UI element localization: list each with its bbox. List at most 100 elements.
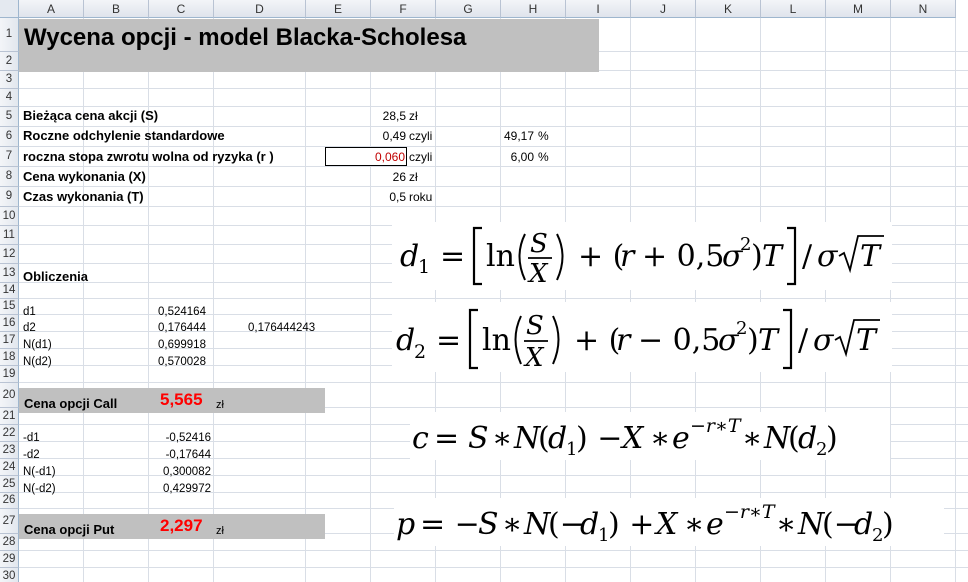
neg-value-nd1[interactable]: 0,300082: [148, 464, 211, 480]
input-extra-sigma[interactable]: 49,17: [472, 128, 534, 144]
row-header-17[interactable]: 17: [0, 332, 19, 349]
calc-extra-d2[interactable]: 0,176444243: [248, 320, 315, 336]
input-extra-r[interactable]: 6,00: [472, 149, 534, 165]
row-header-20[interactable]: 20: [0, 383, 19, 408]
input-unit-r[interactable]: czyli: [409, 149, 432, 165]
neg-value-d2[interactable]: -0,17644: [148, 447, 211, 463]
select-all-corner[interactable]: [0, 0, 19, 18]
column-header-c[interactable]: C: [149, 0, 214, 18]
row-header-1[interactable]: 1: [0, 18, 19, 52]
row-header-13[interactable]: 13: [0, 264, 19, 283]
input-value-sigma[interactable]: 0,49: [326, 128, 406, 144]
row-header-3[interactable]: 3: [0, 71, 19, 89]
row-header-26[interactable]: 26: [0, 493, 19, 509]
column-header-d[interactable]: D: [214, 0, 306, 18]
calc-heading[interactable]: Obliczenia: [23, 269, 88, 285]
formula-put[interactable]: p = − S ∗ N (− d 1 ) + X ∗ e −r∗T ∗ N (−…: [394, 498, 944, 546]
column-header-i[interactable]: I: [566, 0, 631, 18]
svg-text:∗: ∗: [742, 421, 762, 456]
row-header-9[interactable]: 9: [0, 187, 19, 207]
input-label-r[interactable]: roczna stopa zwrotu wolna od ryzyka (r ): [23, 149, 274, 165]
calc-value-d1[interactable]: 0,524164: [158, 304, 206, 320]
row-header-23[interactable]: 23: [0, 442, 19, 459]
row-header-18[interactable]: 18: [0, 349, 19, 366]
call-unit[interactable]: zł: [216, 397, 224, 413]
column-header-l[interactable]: L: [761, 0, 826, 18]
column-header-e[interactable]: E: [306, 0, 371, 18]
input-extra-unit-r[interactable]: %: [538, 149, 549, 165]
row-header-12[interactable]: 12: [0, 245, 19, 264]
row-header-8[interactable]: 8: [0, 167, 19, 187]
column-header-j[interactable]: J: [631, 0, 696, 18]
input-label-s[interactable]: Bieżąca cena akcji (S): [23, 108, 158, 124]
column-header-n[interactable]: N: [891, 0, 956, 18]
svg-text:): ): [747, 323, 759, 358]
neg-label-nd2[interactable]: N(-d2): [23, 481, 56, 497]
row-header-14[interactable]: 14: [0, 283, 19, 299]
spreadsheet-grid[interactable]: ABCDEFGHIJKLMN 1 2 3 4 5 6 7 8 9 10 11 12 13 14 15 16 17…: [0, 0, 968, 582]
calc-label-d1[interactable]: d1: [23, 304, 36, 320]
input-value-s[interactable]: 28,5: [326, 108, 406, 124]
grid-vline: [305, 18, 306, 582]
calc-label-d2[interactable]: d2: [23, 320, 36, 336]
neg-label-d2[interactable]: -d2: [23, 447, 40, 463]
calc-value-d2[interactable]: 0,176444: [158, 320, 206, 336]
row-header-2[interactable]: 2: [0, 52, 19, 71]
svg-text:d: d: [854, 507, 873, 542]
column-header-f[interactable]: F: [371, 0, 436, 18]
input-label-x[interactable]: Cena wykonania (X): [23, 169, 146, 185]
column-header-k[interactable]: K: [696, 0, 761, 18]
formula-d1[interactable]: d 1 = ln S X + ( r + 0,5 σ 2 ) T / σ T: [392, 222, 892, 290]
neg-value-d1[interactable]: -0,52416: [148, 430, 211, 446]
call-value[interactable]: 5,565: [160, 391, 203, 408]
call-label[interactable]: Cena opcji Call: [24, 396, 117, 412]
column-header-b[interactable]: B: [84, 0, 149, 18]
put-label[interactable]: Cena opcji Put: [24, 522, 114, 538]
calc-value-nd1[interactable]: 0,699918: [158, 337, 206, 353]
grid-hline: [19, 550, 968, 551]
calc-label-nd2[interactable]: N(d2): [23, 354, 52, 370]
row-header-28[interactable]: 28: [0, 534, 19, 551]
sheet-title[interactable]: Wycena opcji - model Blacka-Scholesa: [24, 24, 466, 52]
row-header-16[interactable]: 16: [0, 315, 19, 332]
row-header-25[interactable]: 25: [0, 476, 19, 493]
formula-call[interactable]: c = S ∗ N ( d 1 ) − X ∗ e −r∗T ∗ N ( d 2…: [410, 412, 890, 460]
input-unit-s[interactable]: zł: [409, 108, 418, 124]
neg-label-nd1[interactable]: N(-d1): [23, 464, 56, 480]
row-header-19[interactable]: 19: [0, 366, 19, 383]
input-unit-sigma[interactable]: czyli: [409, 128, 432, 144]
put-value[interactable]: 2,297: [160, 517, 203, 534]
row-header-27[interactable]: 27: [0, 509, 19, 534]
input-label-t[interactable]: Czas wykonania (T): [23, 189, 144, 205]
row-header-24[interactable]: 24: [0, 459, 19, 476]
row-header-22[interactable]: 22: [0, 425, 19, 442]
row-header-30[interactable]: 30: [0, 568, 19, 582]
calc-label-nd1[interactable]: N(d1): [23, 337, 52, 353]
row-header-4[interactable]: 4: [0, 89, 19, 107]
input-value-x[interactable]: 26: [326, 169, 406, 185]
input-label-sigma[interactable]: Roczne odchylenie standardowe: [23, 128, 225, 144]
input-unit-t[interactable]: roku: [409, 189, 432, 205]
row-header-5[interactable]: 5: [0, 107, 19, 127]
input-unit-x[interactable]: zł: [409, 169, 418, 185]
row-header-7[interactable]: 7: [0, 147, 19, 167]
input-value-r[interactable]: 0,060: [326, 149, 405, 165]
neg-value-nd2[interactable]: 0,429972: [148, 481, 211, 497]
input-value-t[interactable]: 0,5: [326, 189, 406, 205]
svg-text:S: S: [468, 421, 489, 456]
row-header-15[interactable]: 15: [0, 299, 19, 315]
row-header-10[interactable]: 10: [0, 207, 19, 226]
row-header-29[interactable]: 29: [0, 551, 19, 568]
column-header-h[interactable]: H: [501, 0, 566, 18]
input-extra-unit-sigma[interactable]: %: [538, 128, 549, 144]
column-header-g[interactable]: G: [436, 0, 501, 18]
row-header-6[interactable]: 6: [0, 127, 19, 147]
column-header-m[interactable]: M: [826, 0, 891, 18]
put-unit[interactable]: zł: [216, 523, 224, 539]
row-header-21[interactable]: 21: [0, 408, 19, 425]
column-header-a[interactable]: A: [19, 0, 84, 18]
calc-value-nd2[interactable]: 0,570028: [158, 354, 206, 370]
neg-label-d1[interactable]: -d1: [23, 430, 40, 446]
formula-d2[interactable]: d 2 = ln S X + ( r − 0,5 σ 2 ) T / σ T: [392, 302, 892, 372]
row-header-11[interactable]: 11: [0, 226, 19, 245]
